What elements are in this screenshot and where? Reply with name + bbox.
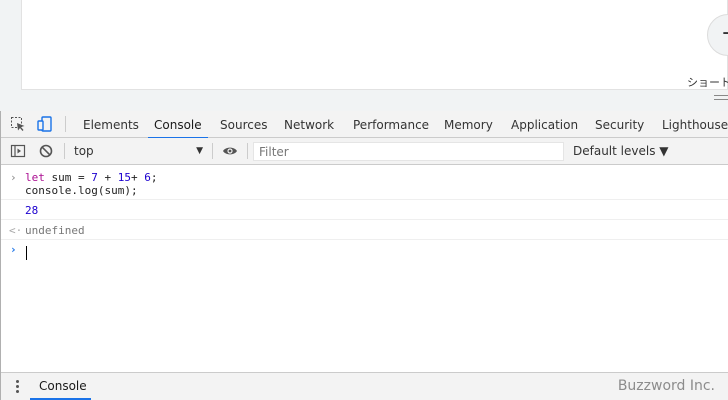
tab-console[interactable]: Console	[148, 111, 208, 139]
tab-memory[interactable]: Memory	[444, 111, 493, 138]
drawer-menu-icon[interactable]	[16, 380, 20, 394]
input-code-line-2: console.log(sum);	[25, 184, 138, 197]
inspect-element-icon[interactable]	[10, 116, 26, 132]
input-chevron-icon: ›	[10, 171, 17, 184]
console-input-entry: › let sum = 7 + 15+ 6; console.log(sum);	[1, 165, 728, 200]
tab-lighthouse[interactable]: Lighthouse	[662, 111, 728, 138]
filter-input[interactable]	[253, 142, 564, 161]
tab-sources[interactable]: Sources	[220, 111, 267, 138]
log-output-value: 28	[25, 204, 39, 217]
context-selector[interactable]: top ▼	[69, 142, 207, 160]
toolbar-divider	[64, 143, 65, 159]
log-levels-dropdown[interactable]: Default levels ▼	[573, 142, 669, 160]
sidebar-toggle-icon[interactable]	[10, 143, 26, 159]
tabbar-divider	[65, 116, 66, 132]
console-return-entry: <· undefined	[1, 220, 728, 240]
clear-console-icon[interactable]	[38, 143, 54, 159]
return-arrow-icon: <·	[9, 224, 23, 237]
return-value: undefined	[25, 224, 85, 237]
console-messages[interactable]: › let sum = 7 + 15+ 6; console.log(sum);…	[1, 165, 728, 371]
device-toolbar-icon[interactable]	[37, 116, 53, 132]
shortcut-label: ショート	[687, 76, 728, 89]
plus-icon: +	[721, 20, 728, 48]
console-prompt[interactable]: ›	[1, 240, 728, 262]
toolbar-divider	[247, 143, 248, 159]
toolbar-divider	[212, 143, 213, 159]
new-tab-card	[21, 0, 728, 90]
devtools-panel: Elements Console Sources Network Perform…	[0, 111, 728, 400]
devtools-tabbar: Elements Console Sources Network Perform…	[1, 111, 728, 139]
live-expression-eye-icon[interactable]	[222, 143, 238, 159]
page-viewport: + ショート	[0, 0, 728, 111]
tab-application[interactable]: Application	[511, 111, 578, 138]
console-toolbar: top ▼ Default levels ▼	[1, 138, 728, 165]
tab-elements[interactable]: Elements	[83, 111, 139, 138]
text-caret	[26, 246, 27, 260]
watermark: Buzzword Inc.	[617, 378, 715, 394]
prompt-chevron-icon: ›	[10, 243, 17, 256]
tab-network[interactable]: Network	[284, 111, 334, 138]
tab-performance[interactable]: Performance	[353, 111, 429, 138]
console-log-entry: 28	[1, 200, 728, 220]
dropdown-arrow-icon: ▼	[196, 146, 203, 156]
context-value: top	[74, 144, 94, 158]
resize-handle-icon[interactable]	[714, 95, 728, 104]
drawer-bar: Console Buzzword Inc.	[1, 372, 728, 400]
drawer-tab-console[interactable]: Console	[30, 373, 91, 400]
input-code-line-1: let sum = 7 + 15+ 6;	[25, 171, 158, 184]
tab-security[interactable]: Security	[595, 111, 644, 138]
